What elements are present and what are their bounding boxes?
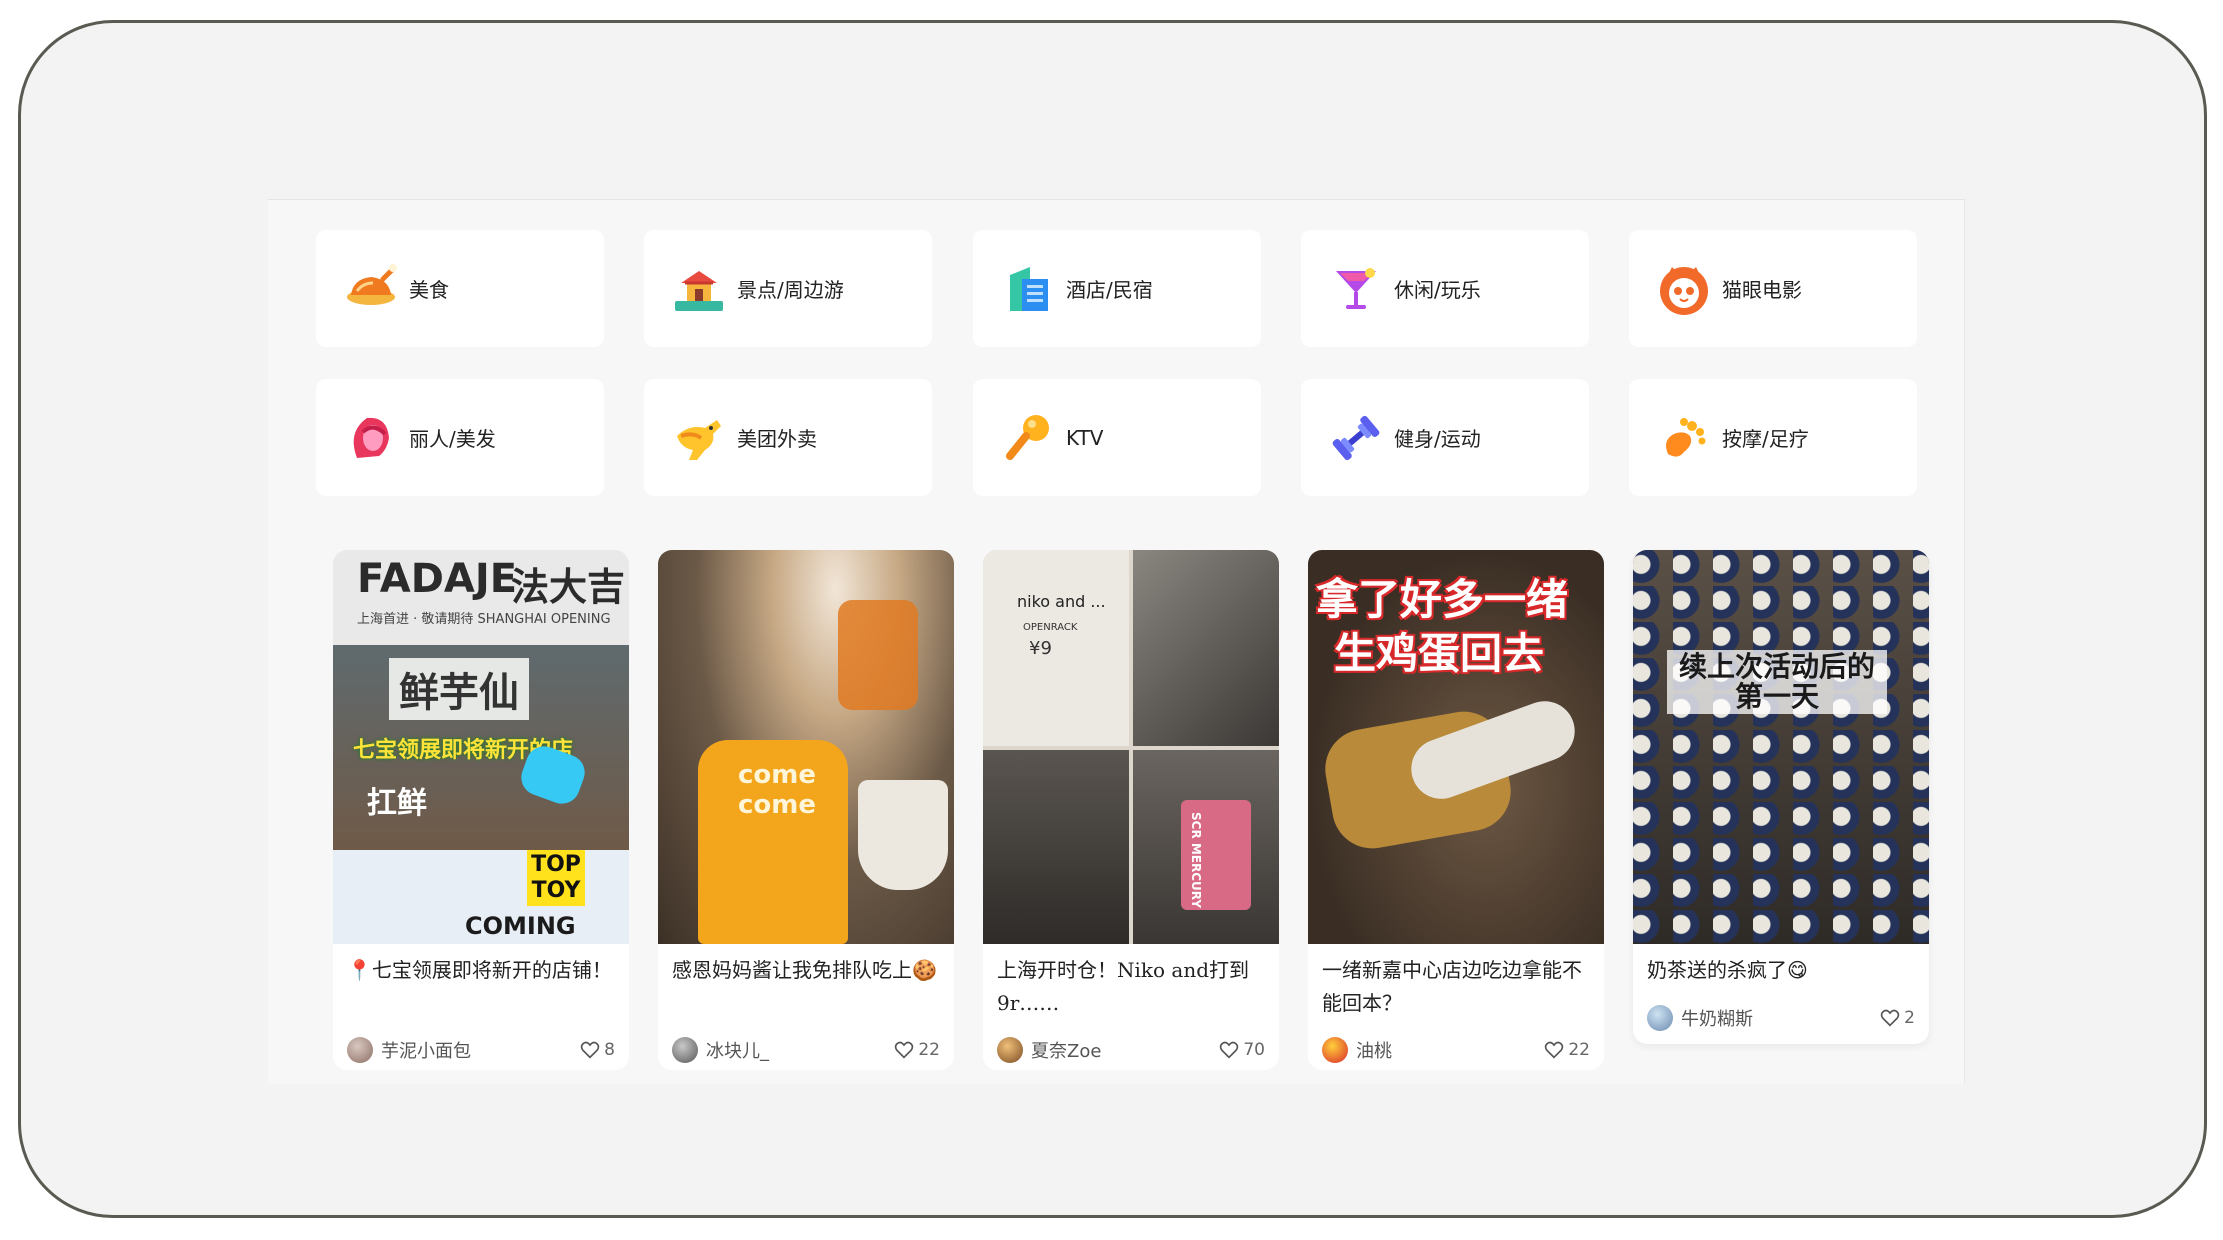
- thumb-text: niko and ...: [1017, 592, 1106, 611]
- post-title: 上海开时仓！Niko and打到9r……: [997, 958, 1250, 1015]
- post-title: 感恩妈妈酱让我免排队吃上🍪: [672, 958, 937, 982]
- heart-icon[interactable]: [894, 1041, 914, 1059]
- avatar: [997, 1037, 1023, 1063]
- category-label: KTV: [1066, 425, 1104, 450]
- category-attractions[interactable]: 景点/周边游: [644, 230, 932, 347]
- category-label: 休闲/玩乐: [1394, 278, 1481, 302]
- bowl-shape: [858, 780, 948, 890]
- foot-icon: [1656, 410, 1712, 466]
- category-label: 按摩/足疗: [1722, 427, 1809, 451]
- post-meta: 夏奈Zoe 70: [983, 1020, 1279, 1070]
- avatar: [1647, 1005, 1673, 1031]
- post-meta: 牛奶糊斯 2: [1633, 988, 1929, 1038]
- feed-card[interactable]: FADAJE 法大吉 上海首进 · 敬请期待 SHANGHAI OPENING …: [333, 550, 629, 1070]
- feed-card[interactable]: 拿了好多一绪 生鸡蛋回去 一绪新嘉中心店边吃边拿能不能回本？ 油桃 22: [1308, 550, 1604, 1070]
- cocktail-icon: [1328, 261, 1384, 317]
- heart-icon[interactable]: [1219, 1041, 1239, 1059]
- post-image: 续上次活动后的 第一天: [1633, 550, 1929, 944]
- slide-frame: 美食 景点/周边游 酒店/民宿 休闲/玩乐 猫眼电影 丽人/美发 美团外卖 KT…: [18, 20, 2207, 1218]
- thumb-text: 生鸡蛋回去: [1334, 629, 1545, 678]
- category-label: 丽人/美发: [409, 427, 496, 451]
- thumb-text: 续上次活动后的 第一天: [1667, 650, 1887, 714]
- like-count: 22: [1568, 1040, 1590, 1060]
- category-fitness[interactable]: 健身/运动: [1301, 379, 1589, 496]
- category-waimai[interactable]: 美团外卖: [644, 379, 932, 496]
- post-image: come come: [658, 550, 954, 944]
- pagoda-icon: [671, 261, 727, 317]
- avatar: [1322, 1037, 1348, 1063]
- author-name[interactable]: 芋泥小面包: [381, 1037, 580, 1063]
- author-name[interactable]: 油桃: [1356, 1037, 1544, 1063]
- category-beauty[interactable]: 丽人/美发: [316, 379, 604, 496]
- category-hotel[interactable]: 酒店/民宿: [973, 230, 1261, 347]
- woman-hair-icon: [343, 410, 399, 466]
- category-maoyan[interactable]: 猫眼电影: [1629, 230, 1917, 347]
- thumb-text-line: 续上次活动后的: [1678, 650, 1875, 683]
- category-label: 健身/运动: [1394, 427, 1481, 451]
- thumb-text: 拿了好多一绪: [1316, 575, 1569, 624]
- thumb-text: 鲜芋仙: [389, 658, 529, 720]
- roast-chicken-icon: [343, 261, 399, 317]
- feed-card[interactable]: 续上次活动后的 第一天 奶茶送的杀疯了😋 牛奶糊斯 2: [1633, 550, 1929, 1044]
- thumb-text: ¥9: [1029, 638, 1052, 659]
- post-title: 奶茶送的杀疯了😋: [1647, 958, 1808, 982]
- post-title: 📍七宝领展即将新开的店铺！: [347, 958, 612, 982]
- like-count: 8: [604, 1040, 615, 1060]
- category-label: 景点/周边游: [737, 278, 844, 302]
- thumb-text: 法大吉: [511, 565, 626, 609]
- thumb-text-line: 第一天: [1734, 680, 1819, 713]
- post-image: 拿了好多一绪 生鸡蛋回去: [1308, 550, 1604, 944]
- thumb-text: TOP TOY: [527, 850, 585, 906]
- category-leisure[interactable]: 休闲/玩乐: [1301, 230, 1589, 347]
- author-name[interactable]: 牛奶糊斯: [1681, 1005, 1880, 1031]
- maoyan-cat-icon: [1656, 261, 1712, 317]
- heart-icon[interactable]: [580, 1041, 600, 1059]
- post-title: 一绪新嘉中心店边吃边拿能不能回本？: [1322, 958, 1582, 1015]
- category-label: 酒店/民宿: [1066, 278, 1153, 302]
- thumb-text: 上海首进 · 敬请期待 SHANGHAI OPENING: [357, 612, 611, 627]
- post-image: niko and ... OPENRACK ¥9 SCR MERCURY: [983, 550, 1279, 944]
- kangaroo-icon: [671, 410, 727, 466]
- microphone-icon: [1000, 410, 1056, 466]
- category-massage[interactable]: 按摩/足疗: [1629, 379, 1917, 496]
- like-count: 2: [1904, 1008, 1915, 1028]
- heart-icon[interactable]: [1544, 1041, 1564, 1059]
- category-label: 美食: [409, 278, 449, 302]
- dumbbell-icon: [1328, 410, 1384, 466]
- feed-card[interactable]: niko and ... OPENRACK ¥9 SCR MERCURY 上海开…: [983, 550, 1279, 1070]
- hotel-building-icon: [1000, 261, 1056, 317]
- post-meta: 油桃 22: [1308, 1020, 1604, 1070]
- post-image: FADAJE 法大吉 上海首进 · 敬请期待 SHANGHAI OPENING …: [333, 550, 629, 944]
- post-meta: 冰块儿_ 22: [658, 1020, 954, 1070]
- thumb-text: OPENRACK: [1023, 622, 1078, 633]
- category-label: 美团外卖: [737, 427, 817, 451]
- feed-card[interactable]: come come 感恩妈妈酱让我免排队吃上🍪 冰块儿_ 22: [658, 550, 954, 1070]
- collage-panel: [1133, 550, 1279, 746]
- heart-icon[interactable]: [1880, 1009, 1900, 1027]
- bread-shape: [838, 600, 918, 710]
- like-count: 22: [918, 1040, 940, 1060]
- avatar: [672, 1037, 698, 1063]
- thumb-text: 扛鲜: [367, 786, 427, 821]
- category-label: 猫眼电影: [1722, 278, 1802, 302]
- collage-panel: [983, 750, 1129, 944]
- thumb-text: come come: [738, 760, 816, 820]
- avatar: [347, 1037, 373, 1063]
- like-count: 70: [1243, 1040, 1265, 1060]
- thumb-text: SCR MERCURY: [1189, 812, 1203, 909]
- content-panel: 美食 景点/周边游 酒店/民宿 休闲/玩乐 猫眼电影 丽人/美发 美团外卖 KT…: [268, 199, 1965, 1084]
- category-food[interactable]: 美食: [316, 230, 604, 347]
- collage-panel: [983, 550, 1129, 746]
- author-name[interactable]: 冰块儿_: [706, 1037, 894, 1063]
- category-ktv[interactable]: KTV: [973, 379, 1261, 496]
- thumb-text: FADAJE: [357, 556, 518, 602]
- post-meta: 芋泥小面包 8: [333, 1020, 629, 1070]
- author-name[interactable]: 夏奈Zoe: [1031, 1037, 1219, 1063]
- thumb-text: COMING SOON: [465, 912, 576, 944]
